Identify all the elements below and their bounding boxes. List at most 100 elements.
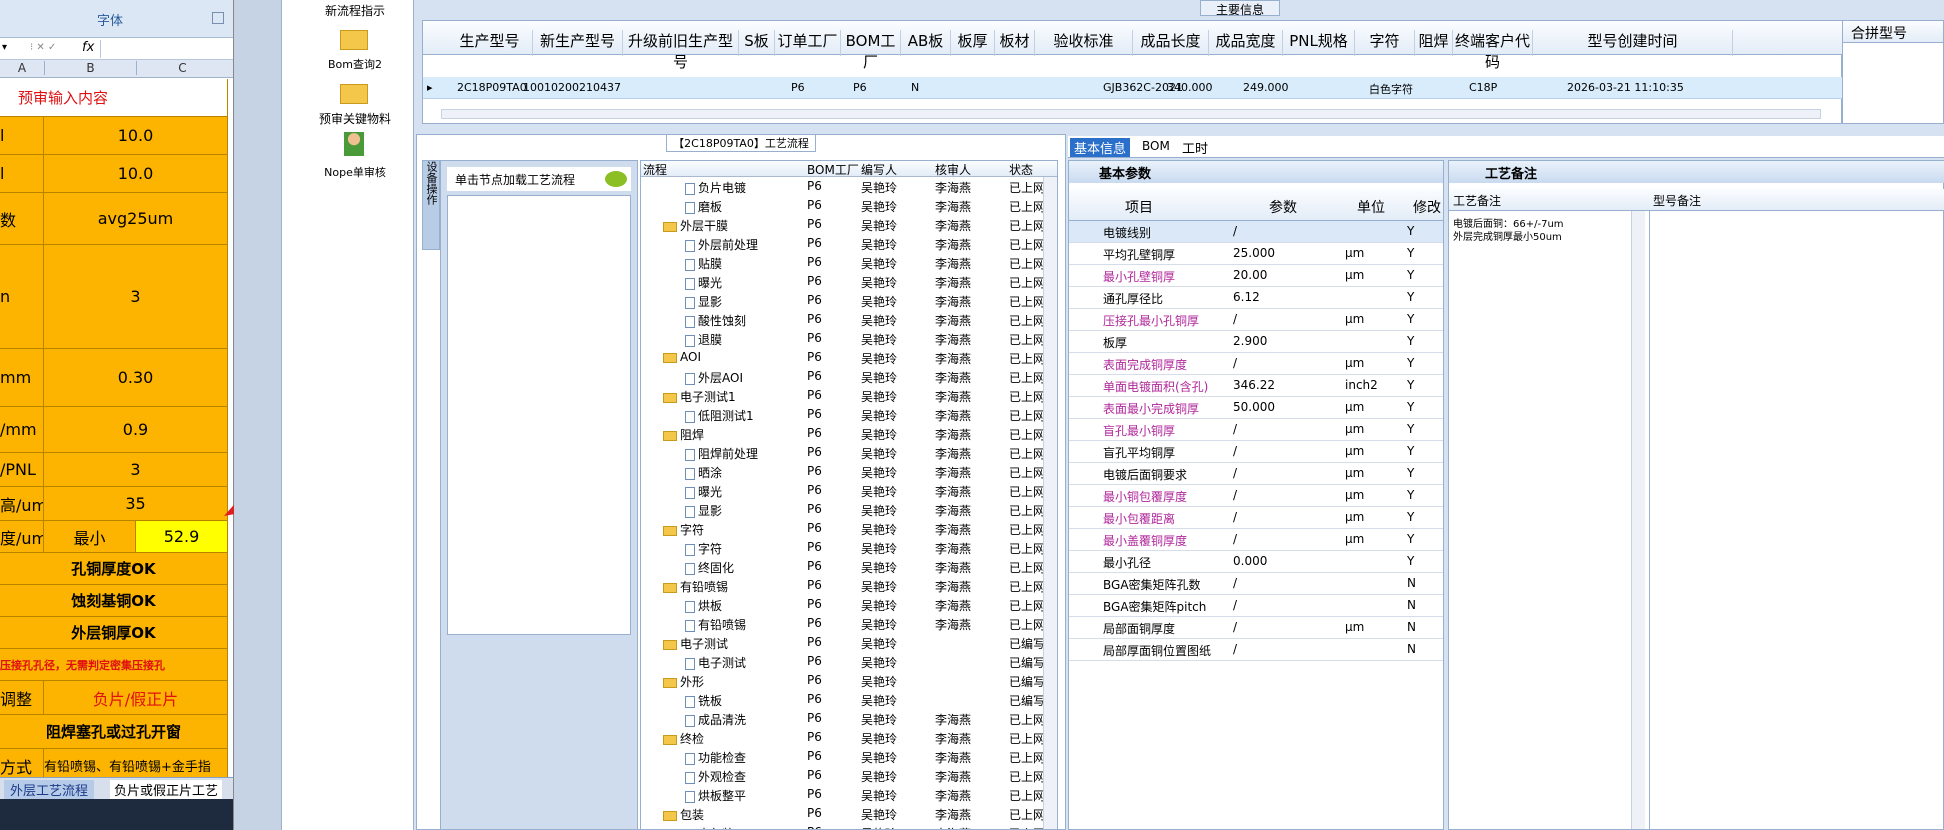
tree-row[interactable]: 电子测试 P6 吴艳玲 已编写 [641,652,1057,671]
params-row[interactable]: 平均孔壁铜厚 25.000 μm Y [1069,243,1443,265]
formula-input[interactable] [100,40,233,58]
tree-row[interactable]: 字符 P6 吴艳玲 李海燕 已上网 [641,519,1057,538]
params-row[interactable]: 局部厚面铜位置图纸 / N [1069,639,1443,661]
excel-row[interactable]: l 10.0 [0,117,228,155]
params-row[interactable]: 电镀后面铜要求 / μm Y [1069,463,1443,485]
excel-cell-a[interactable]: 高/um [0,487,44,520]
notes-col-model[interactable]: 型号备注 [1653,192,1701,209]
tree-row[interactable]: 外观检查 P6 吴艳玲 李海燕 已上网 [641,766,1057,785]
chevron-down-icon[interactable]: ▾ [2,42,22,56]
notes-col-process[interactable]: 工艺备注 [1453,192,1501,209]
excel-row[interactable]: 外层铜厚OK [0,617,228,649]
params-col-mod[interactable]: 修改 [1413,197,1441,217]
horizontal-scrollbar[interactable] [441,109,1821,119]
grid-col-header[interactable]: BOM工厂 [841,30,901,71]
tree-row[interactable]: 外层AOI P6 吴艳玲 李海燕 已上网 [641,367,1057,386]
grid-cell[interactable]: C18P [1469,81,1497,94]
tree-row[interactable]: 字符 P6 吴艳玲 李海燕 已上网 [641,538,1057,557]
folder-icon[interactable] [340,84,368,104]
excel-row[interactable]: mm 0.30 [0,349,228,407]
tree-row[interactable]: 烘板整平 P6 吴艳玲 李海燕 已上网 [641,785,1057,804]
excel-row[interactable]: 预审输入内容 [0,79,228,117]
tree-row[interactable]: 外层干膜 P6 吴艳玲 李海燕 已上网 [641,215,1057,234]
sheet-tab-negative[interactable]: 负片或假正片工艺 [110,780,223,799]
row-selector-icon[interactable]: ▸ [427,81,433,94]
params-row[interactable]: 电镀线别 / Y [1069,221,1443,243]
grid-col-header[interactable]: 成品长度 [1133,30,1209,56]
tree-row[interactable]: 电子测试 P6 吴艳玲 已编写 [641,633,1057,652]
col-header-a[interactable]: A [0,61,44,75]
tree-col-writer[interactable]: 编写人 [861,161,897,178]
excel-cell-a[interactable]: /mm [0,407,44,452]
tree-row[interactable]: 酸性蚀刻 P6 吴艳玲 李海燕 已上网 [641,310,1057,329]
excel-cell-b[interactable]: 10.0 [44,155,228,192]
tree-col-flow[interactable]: 流程 [643,161,667,178]
tree-row[interactable]: 终检 P6 吴艳玲 李海燕 已上网 [641,728,1057,747]
params-row[interactable]: 盲孔平均铜厚 / μm Y [1069,441,1443,463]
tree-row[interactable]: 铣板 P6 吴艳玲 已编写 [641,690,1057,709]
grid-col-header[interactable]: PNL规格 [1283,30,1355,56]
excel-cell-a[interactable]: 外层铜厚OK [0,617,228,648]
params-row[interactable]: 局部面铜厚度 / μm N [1069,617,1443,639]
sheet-tab-outer[interactable]: 外层工艺流程 [4,780,95,799]
tree-row[interactable]: 阻焊前处理 P6 吴艳玲 李海燕 已上网 [641,443,1057,462]
excel-row[interactable]: l 10.0 [0,155,228,193]
launcher-key-material[interactable]: 预审关键物料 [300,110,410,127]
tree-col-status[interactable]: 状态 [1009,161,1033,178]
excel-row[interactable]: 度/um 最小 52.9 [0,521,228,553]
excel-cell-b[interactable]: 0.9 [44,407,228,452]
grid-col-header[interactable]: 阻焊 [1415,30,1453,56]
chat-bubble-icon[interactable] [605,171,627,187]
excel-row[interactable]: 孔铜厚度OK [0,553,228,585]
user-icon[interactable] [344,132,364,156]
excel-cell-a[interactable]: l [0,155,44,192]
params-row[interactable]: 板厚 2.900 Y [1069,331,1443,353]
params-col-unit[interactable]: 单位 [1357,197,1385,217]
params-row[interactable]: 表面完成铜厚度 / μm Y [1069,353,1443,375]
excel-cell-a[interactable]: mm [0,349,44,406]
excel-cell-a[interactable]: l [0,117,44,154]
excel-cell-a[interactable]: n [0,245,44,348]
col-header-b[interactable]: B [44,61,136,75]
tree-row[interactable]: 成品清洗 P6 吴艳玲 李海燕 已上网 [641,709,1057,728]
grid-cell[interactable]: 249.000 [1243,81,1289,94]
tree-row[interactable]: 内包装P6吴艳玲李海燕已上网 [641,823,1057,829]
grid-col-header[interactable]: 型号创建时间 [1533,30,1733,56]
params-col-item[interactable]: 项目 [1125,197,1153,217]
params-row[interactable]: 盲孔最小铜厚 / μm Y [1069,419,1443,441]
params-col-param[interactable]: 参数 [1269,197,1297,217]
excel-row[interactable]: 高/um 35 [0,487,228,521]
excel-cell-b[interactable]: 35 [44,487,228,520]
notes-scrollbar[interactable] [1631,211,1645,829]
tree-row[interactable]: 有铅喷锡 P6 吴艳玲 李海燕 已上网 [641,614,1057,633]
grid-cell[interactable]: 2C18P09TA0 [457,81,527,94]
tree-row[interactable]: 烘板 P6 吴艳玲 李海燕 已上网 [641,595,1057,614]
launcher-nope-review[interactable]: Nope单审核 [300,164,410,180]
tree-col-reviewer[interactable]: 核审人 [935,161,971,178]
tab-bom[interactable]: BOM [1142,139,1170,153]
excel-row[interactable]: 阻焊塞孔或过孔开窗 [0,715,228,749]
grid-cell[interactable]: 10010200210437 [523,81,621,94]
tree-row[interactable]: 功能检查 P6 吴艳玲 李海燕 已上网 [641,747,1057,766]
vertical-scrollbar[interactable] [1043,177,1057,829]
excel-row[interactable]: 压接孔孔径，无需判定密集压接孔 [0,649,228,681]
folder-icon[interactable] [340,30,368,50]
tree-row[interactable]: 外层前处理 P6 吴艳玲 李海燕 已上网 [641,234,1057,253]
excel-cell-b[interactable]: 负片/假正片 [44,681,228,714]
tree-row[interactable]: 外形 P6 吴艳玲 已编写 [641,671,1057,690]
grid-col-header[interactable]: 成品宽度 [1209,30,1283,56]
params-row[interactable]: BGA密集矩阵孔数 / N [1069,573,1443,595]
formula-buttons[interactable]: ⁝ ✕ ✓ [30,42,80,56]
tree-col-bom[interactable]: BOM工厂 [807,161,859,178]
grid-col-header[interactable]: 升级前旧生产型号 [623,30,739,71]
tree-row[interactable]: 显影 P6 吴艳玲 李海燕 已上网 [641,500,1057,519]
tab-work-hours[interactable]: 工时 [1182,138,1208,157]
grid-cell[interactable]: 白色字符 [1369,81,1413,97]
excel-row[interactable]: n3 [0,245,228,349]
launcher-new-flow[interactable]: 新流程指示 [300,2,410,19]
grid-col-header[interactable]: 验收标准 [1035,30,1133,56]
grid-col-header[interactable]: 生产型号 [447,30,533,56]
tree-row[interactable]: 曝光 P6 吴艳玲 李海燕 已上网 [641,481,1057,500]
grid-col-header[interactable]: AB板 [901,30,951,56]
params-row[interactable]: 最小包覆距离 / μm Y [1069,507,1443,529]
